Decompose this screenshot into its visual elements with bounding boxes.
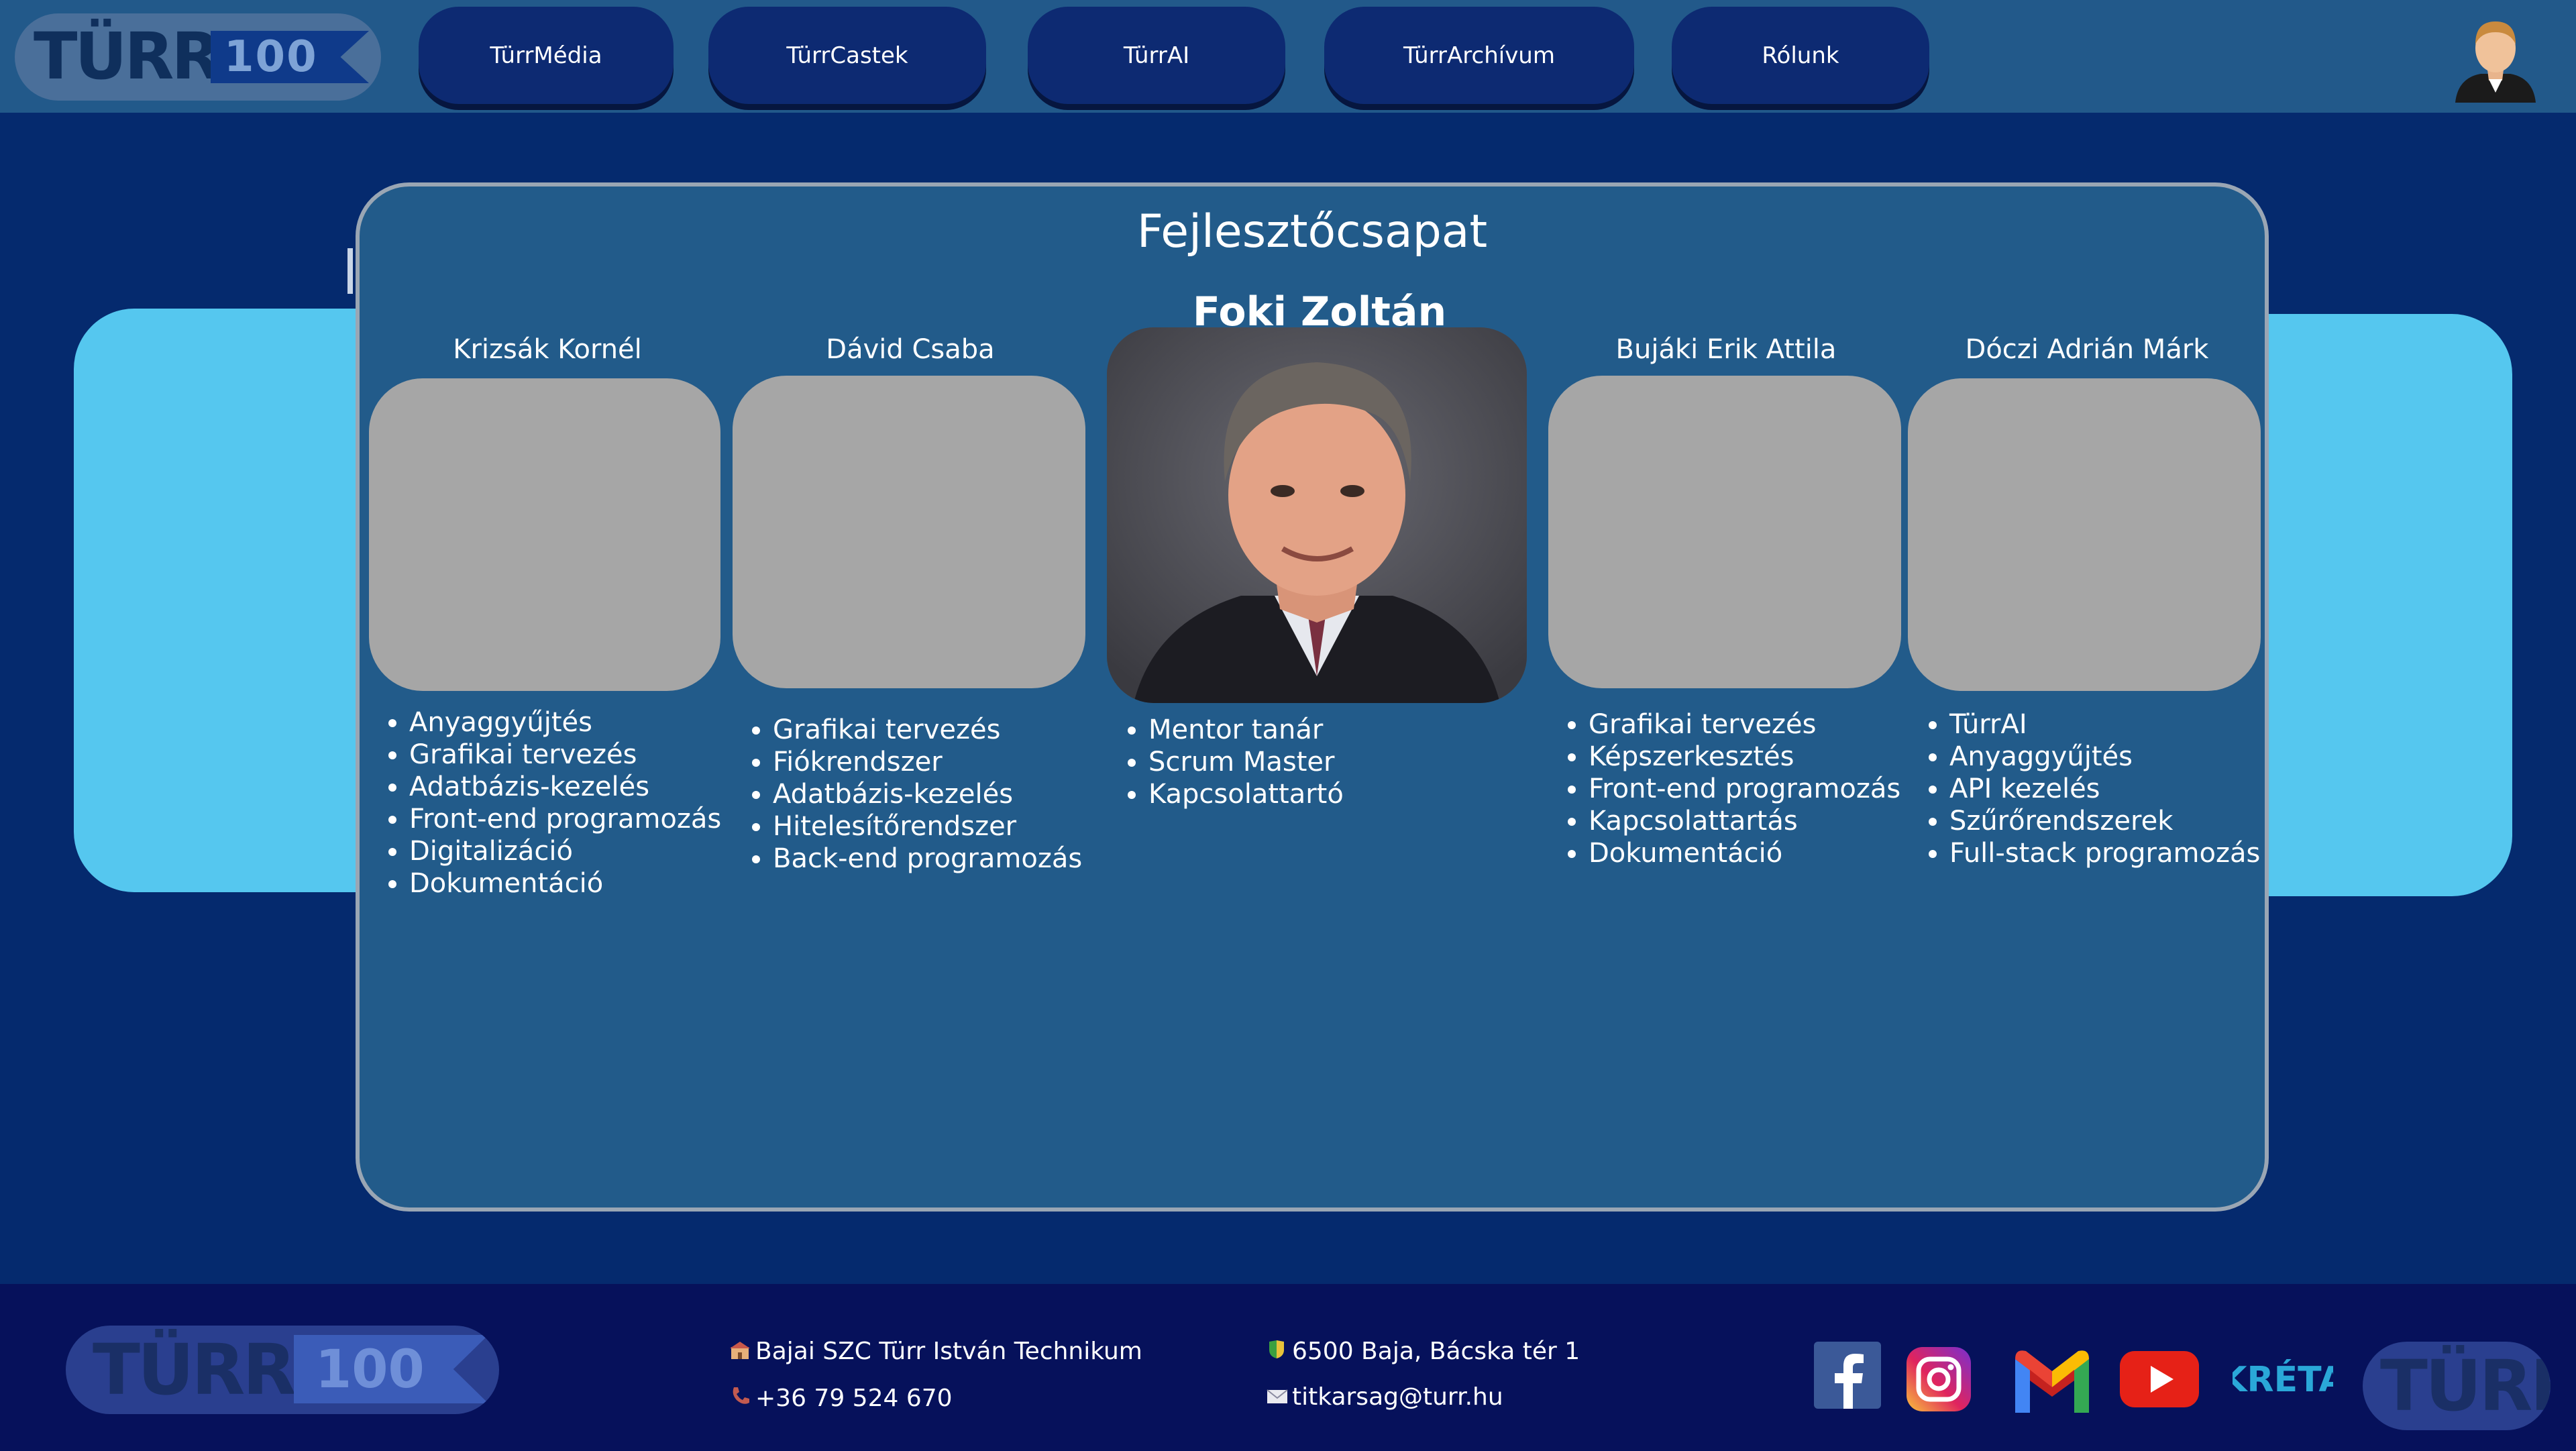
skill-item: Fiókrendszer: [773, 746, 1082, 778]
school-name: Bajai SZC Türr István Technikum: [755, 1338, 1142, 1365]
skill-item: Adatbázis-kezelés: [409, 771, 721, 803]
skill-item: Grafikai tervezés: [1589, 708, 1900, 741]
team-panel: Fejlesztőcsapat Krizsák Kornél Anyaggyűj…: [356, 182, 2269, 1212]
email-link[interactable]: titkarsag@turr.hu: [1292, 1383, 1503, 1411]
member-name: Bujáki Erik Attila: [1615, 334, 1837, 365]
member-skills-list: TürrAI Anyaggyűjtés API kezelés Szűrőren…: [1909, 708, 2260, 869]
logo-number: 100: [224, 32, 318, 82]
member-photo-placeholder: [1908, 378, 2261, 691]
nav-turrmedia-button[interactable]: TürrMédia: [419, 7, 674, 104]
skill-item: Front-end programozás: [409, 803, 721, 835]
kreta-icon[interactable]: KRÉTA: [2220, 1356, 2346, 1405]
nav-label: TürrArchívum: [1403, 42, 1555, 69]
member-skills-list: Grafikai tervezés Képszerkesztés Front-e…: [1548, 708, 1900, 869]
member-name: Dóczi Adrián Márk: [1965, 334, 2209, 365]
skill-item: Dokumentáció: [409, 867, 721, 900]
member-photo-placeholder: [733, 376, 1085, 688]
skill-item: Kapcsolattartás: [1589, 805, 1900, 837]
footer-logo-small-text: TÜRR: [2380, 1345, 2551, 1427]
user-avatar-icon[interactable]: [2449, 12, 2542, 103]
skill-item: Anyaggyűjtés: [1949, 741, 2260, 773]
nav-turrcastek-button[interactable]: TürrCastek: [708, 7, 986, 104]
instagram-icon[interactable]: [1907, 1347, 1971, 1411]
phone-number: +36 79 524 670: [755, 1385, 953, 1412]
school-info: Bajai SZC Türr István Technikum: [730, 1338, 1142, 1365]
decorative-mark: [347, 248, 353, 294]
footer-logo-text: TÜRR: [93, 1329, 297, 1411]
skill-item: Full-stack programozás: [1949, 837, 2260, 869]
skill-item: TürrAI: [1949, 708, 2260, 741]
member-photo: [1107, 327, 1527, 703]
phone-icon: [730, 1385, 755, 1412]
skill-item: Kapcsolattartó: [1148, 778, 1344, 810]
member-name: Dávid Csaba: [826, 334, 995, 365]
member-photo-placeholder: [1548, 376, 1901, 688]
kreta-label: KRÉTA: [2233, 1359, 2333, 1400]
skill-item: Dokumentáció: [1589, 837, 1900, 869]
skill-item: Anyaggyűjtés: [409, 706, 721, 739]
mail-icon: [1267, 1383, 1292, 1411]
member-photo-placeholder: [369, 378, 720, 691]
youtube-icon[interactable]: [2120, 1351, 2199, 1407]
skill-item: Digitalizáció: [409, 835, 721, 867]
top-navbar: TÜRR 100 TürrMédia TürrCastek TürrAI Tür…: [0, 0, 2576, 113]
footer-logo-number: 100: [315, 1340, 425, 1400]
gmail-icon[interactable]: [2010, 1346, 2094, 1413]
skill-item: Hitelesítőrendszer: [773, 810, 1082, 843]
decorative-bar-right: [2227, 314, 2512, 896]
phone-info: +36 79 524 670: [730, 1385, 953, 1412]
member-skills-list: Anyaggyűjtés Grafikai tervezés Adatbázis…: [369, 706, 721, 900]
skill-item: Back-end programozás: [773, 843, 1082, 875]
member-skills-list: Grafikai tervezés Fiókrendszer Adatbázis…: [733, 714, 1082, 875]
nav-label: TürrAI: [1123, 42, 1190, 69]
skill-item: API kezelés: [1949, 773, 2260, 805]
member-skills-list: Mentor tanár Scrum Master Kapcsolattartó: [1108, 714, 1344, 810]
school-icon: [730, 1338, 755, 1365]
skill-item: Grafikai tervezés: [409, 739, 721, 771]
nav-label: Rólunk: [1762, 42, 1839, 69]
skill-item: Mentor tanár: [1148, 714, 1344, 746]
nav-rolunk-button[interactable]: Rólunk: [1672, 7, 1929, 104]
footer: TÜRR 100 Bajai SZC Türr István Technikum…: [0, 1284, 2576, 1451]
address-text: 6500 Baja, Bácska tér 1: [1292, 1338, 1580, 1365]
nav-turrarchivum-button[interactable]: TürrArchívum: [1324, 7, 1634, 104]
skill-item: Scrum Master: [1148, 746, 1344, 778]
location-icon: [1267, 1338, 1292, 1365]
skill-item: Szűrőrendszerek: [1949, 805, 2260, 837]
address-info: 6500 Baja, Bácska tér 1: [1267, 1338, 1580, 1365]
nav-turrai-button[interactable]: TürrAI: [1028, 7, 1285, 104]
member-name: Krizsák Kornél: [453, 334, 642, 365]
footer-logo[interactable]: TÜRR 100: [66, 1326, 499, 1414]
skill-item: Adatbázis-kezelés: [773, 778, 1082, 810]
footer-logo-small[interactable]: TÜRR: [2363, 1342, 2551, 1430]
logo-text: TÜRR: [34, 19, 221, 94]
nav-label: TürrCastek: [786, 42, 908, 69]
panel-title: Fejlesztőcsapat: [1136, 205, 1488, 258]
turr100-logo[interactable]: TÜRR 100: [15, 13, 381, 101]
skill-item: Front-end programozás: [1589, 773, 1900, 805]
facebook-icon[interactable]: [1814, 1342, 1881, 1409]
skill-item: Képszerkesztés: [1589, 741, 1900, 773]
skill-item: Grafikai tervezés: [773, 714, 1082, 746]
email-info[interactable]: titkarsag@turr.hu: [1267, 1383, 1503, 1411]
nav-label: TürrMédia: [490, 42, 602, 69]
